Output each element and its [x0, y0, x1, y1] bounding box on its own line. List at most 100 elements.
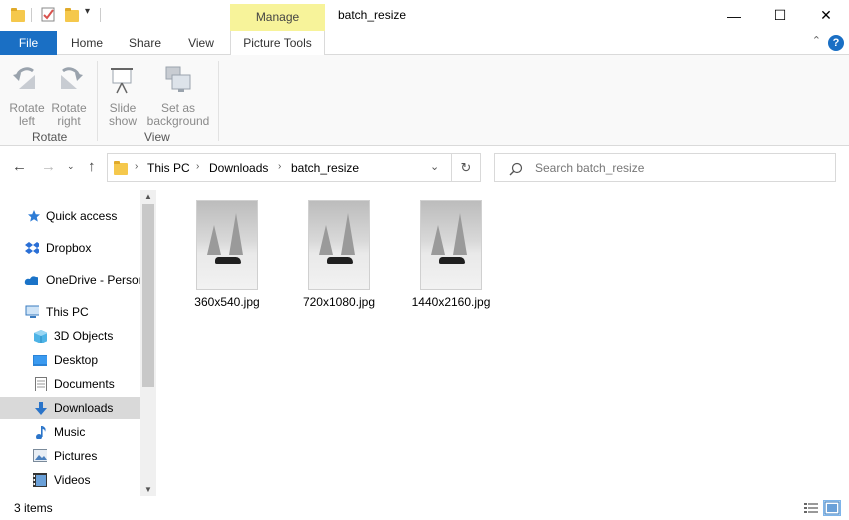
rotate-right-label-2: right: [57, 114, 81, 128]
set-background-icon: [165, 66, 191, 92]
sidebar-item-quick-access[interactable]: Quick access: [0, 205, 140, 227]
image-thumbnail: [420, 200, 482, 290]
folder-icon: [114, 161, 128, 175]
chevron-right-icon[interactable]: ›: [135, 161, 138, 172]
maximize-button[interactable]: ☐: [757, 0, 803, 31]
nav-scrollbar[interactable]: ▲ ▼: [140, 190, 156, 496]
title-bar: ▾ Manage batch_resize — ☐ ✕: [0, 0, 849, 31]
breadcrumb-downloads[interactable]: Downloads: [209, 161, 268, 175]
file-item[interactable]: 720x1080.jpg: [289, 200, 389, 309]
sidebar-item-music[interactable]: Music: [0, 421, 140, 443]
slideshow-label-2: show: [108, 114, 137, 128]
collapse-ribbon-icon[interactable]: ⌃: [812, 34, 821, 47]
minimize-button[interactable]: —: [711, 0, 757, 31]
car-shape: [439, 257, 465, 264]
car-shape: [215, 257, 241, 264]
file-item[interactable]: 1440x2160.jpg: [401, 200, 501, 309]
breadcrumb-this-pc[interactable]: This PC: [147, 161, 190, 175]
sidebar-item-pictures[interactable]: Pictures: [0, 445, 140, 467]
star-icon: [28, 210, 40, 222]
sidebar-item-desktop[interactable]: Desktop: [0, 349, 140, 371]
refresh-button[interactable]: ↻: [451, 153, 481, 182]
help-icon[interactable]: ?: [828, 35, 844, 51]
desktop-icon: [33, 355, 47, 366]
sidebar-item-documents[interactable]: Documents: [0, 373, 140, 395]
sidebar-item-onedrive[interactable]: OneDrive - Person: [0, 269, 145, 291]
document-icon: [35, 377, 47, 391]
recent-locations-icon[interactable]: ⌄: [67, 161, 75, 172]
tab-view[interactable]: View: [176, 31, 226, 55]
chevron-right-icon[interactable]: ›: [278, 161, 281, 172]
divider: [100, 8, 101, 22]
divider: [31, 8, 32, 22]
details-view-button[interactable]: [802, 500, 820, 516]
set-as-background-button[interactable]: Set as background: [146, 63, 210, 128]
search-input[interactable]: Search batch_resize: [494, 153, 836, 182]
sidebar-item-videos[interactable]: Videos: [0, 469, 140, 491]
tree-shape: [453, 213, 467, 255]
sidebar-item-label: 3D Objects: [54, 329, 114, 343]
image-thumbnail: [196, 200, 258, 290]
tab-file[interactable]: File: [0, 31, 57, 55]
tab-share[interactable]: Share: [120, 31, 170, 55]
slideshow-button[interactable]: Slide show: [104, 63, 142, 128]
divider: [97, 61, 98, 141]
manage-tab[interactable]: Manage: [230, 4, 325, 31]
pictures-icon: [33, 449, 47, 462]
cloud-icon: [24, 276, 38, 285]
videos-icon: [33, 473, 47, 487]
sidebar-item-label: Dropbox: [46, 241, 92, 255]
back-arrow-icon[interactable]: ←: [12, 158, 27, 175]
sidebar-item-label: Videos: [54, 473, 91, 487]
divider: [218, 61, 219, 141]
sidebar-item-3d-objects[interactable]: 3D Objects: [0, 325, 140, 347]
sidebar-item-label: Music: [54, 425, 86, 439]
search-icon: [509, 162, 523, 176]
folder-icon[interactable]: [11, 8, 25, 22]
address-bar[interactable]: › This PC › Downloads › batch_resize ⌄: [107, 153, 452, 182]
tab-home[interactable]: Home: [62, 31, 112, 55]
forward-arrow-icon[interactable]: →: [41, 158, 56, 175]
sidebar-item-downloads[interactable]: Downloads: [0, 397, 140, 419]
set-as-background-label-2: background: [146, 114, 210, 128]
new-folder-icon[interactable]: [65, 8, 79, 22]
sidebar-item-this-pc[interactable]: This PC: [0, 301, 140, 323]
item-count: 3 items: [14, 501, 53, 515]
sidebar-item-label: Quick access: [46, 209, 118, 223]
close-button[interactable]: ✕: [803, 0, 849, 31]
scroll-down-icon[interactable]: ▼: [140, 485, 156, 494]
file-item[interactable]: 360x540.jpg: [177, 200, 277, 309]
details-view-icon: [804, 503, 818, 513]
download-icon: [35, 402, 47, 415]
tree-shape: [207, 225, 221, 255]
cube-icon: [34, 330, 47, 343]
scroll-up-icon[interactable]: ▲: [140, 192, 156, 201]
breadcrumb-batch-resize[interactable]: batch_resize: [291, 161, 359, 175]
properties-icon[interactable]: [41, 7, 56, 22]
ribbon-tabs: File Home Share View Picture Tools ⌃ ?: [0, 31, 849, 56]
file-name: 1440x2160.jpg: [411, 295, 491, 309]
file-name: 720x1080.jpg: [302, 295, 376, 309]
rotate-left-button[interactable]: Rotate left: [8, 63, 46, 128]
window-title: batch_resize: [338, 8, 407, 22]
car-shape: [327, 257, 353, 264]
customize-toolbar-icon[interactable]: ▾: [85, 6, 90, 17]
sidebar-item-label: Downloads: [54, 401, 114, 415]
tree-shape: [341, 213, 355, 255]
computer-icon: [25, 305, 39, 318]
tab-picture-tools[interactable]: Picture Tools: [230, 31, 325, 56]
sidebar-item-label: OneDrive - Person: [46, 273, 146, 287]
chevron-right-icon[interactable]: ›: [196, 161, 199, 172]
sidebar-item-dropbox[interactable]: Dropbox: [0, 237, 140, 259]
large-icons-view-button[interactable]: [823, 500, 841, 516]
group-label-view: View: [144, 130, 170, 144]
ribbon: Rotate left Rotate right Rotate Slide sh…: [0, 55, 849, 146]
sidebar-item-label: Pictures: [54, 449, 98, 463]
address-dropdown-icon[interactable]: ⌄: [430, 160, 439, 173]
address-row: ← → ⌄ ↑ › This PC › Downloads › batch_re…: [0, 146, 849, 190]
rotate-left-label-2: left: [18, 114, 35, 128]
rotate-right-button[interactable]: Rotate right: [50, 63, 88, 128]
rotate-right-icon: [61, 67, 83, 89]
up-arrow-icon[interactable]: ↑: [88, 158, 96, 175]
scroll-thumb[interactable]: [142, 204, 154, 387]
